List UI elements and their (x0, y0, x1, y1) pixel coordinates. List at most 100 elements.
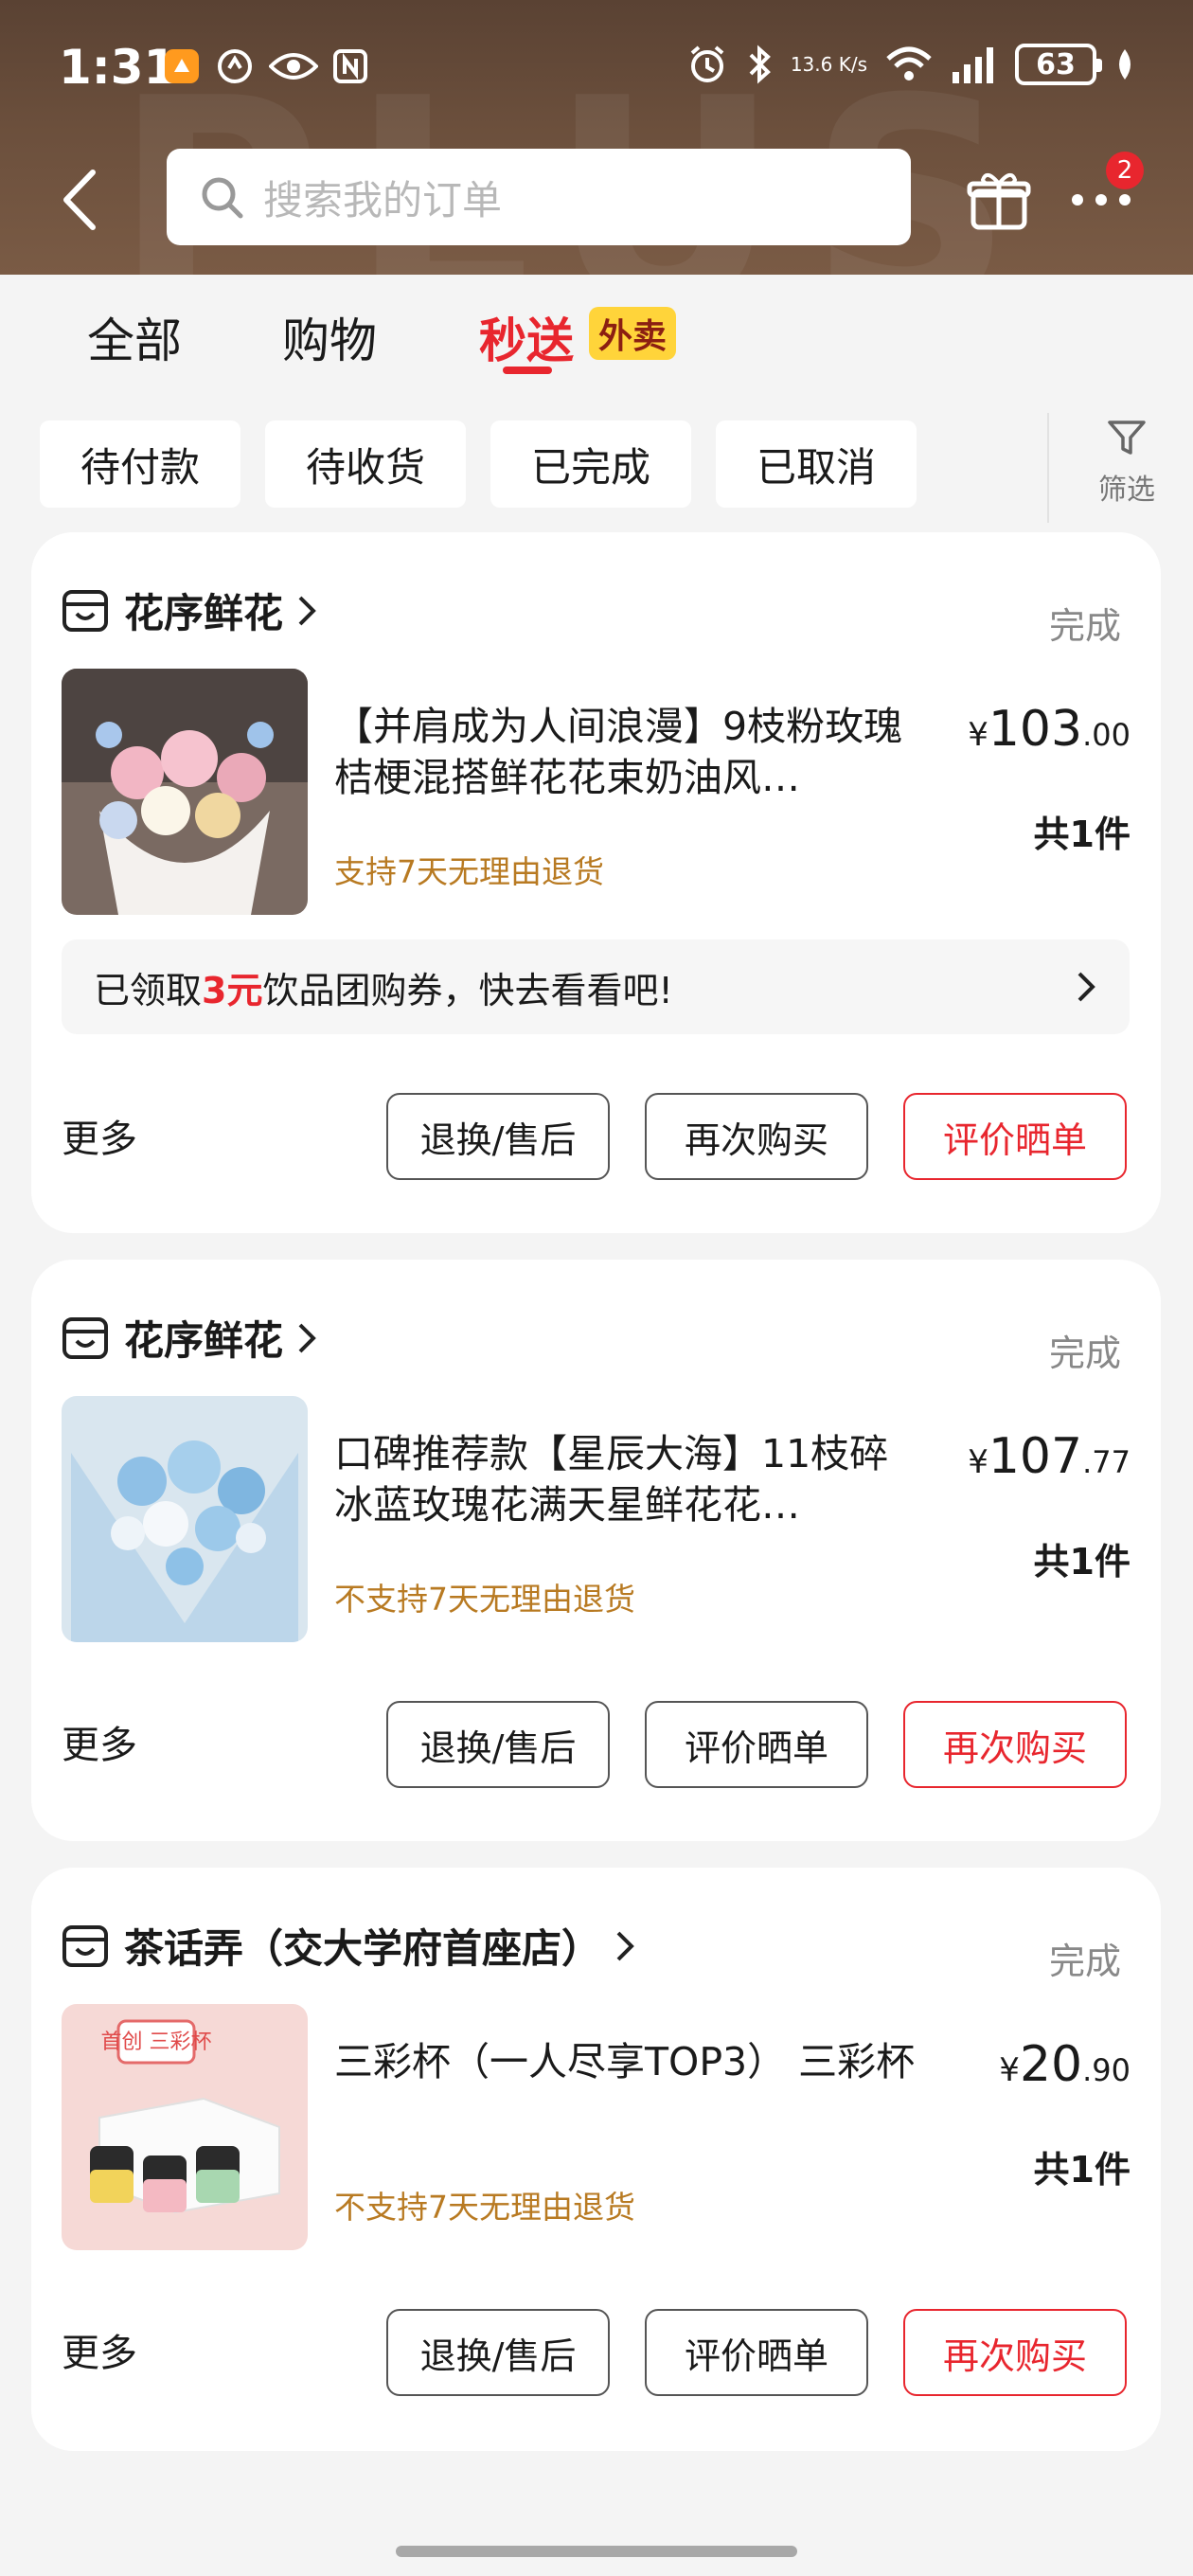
eye-icon (269, 53, 318, 80)
status-time: 1:31 (59, 40, 177, 95)
return-service-button[interactable]: 退换/售后 (386, 2309, 610, 2396)
order-status: 完成 (1048, 1333, 1121, 1374)
tab-instant-delivery[interactable]: 秒送 (479, 303, 574, 371)
notification-badge: 2 (1106, 152, 1144, 189)
search-placeholder: 搜索我的订单 (263, 176, 503, 224)
funnel-icon (1108, 420, 1146, 455)
more-link[interactable]: 更多 (62, 1714, 137, 1769)
coupon-amount: 3元 (202, 969, 263, 1011)
status-filter-bar: 待付款 待收货 已完成 已取消 筛选 (0, 413, 1193, 523)
price-decimal: .90 (1082, 2052, 1131, 2088)
store-icon (62, 589, 108, 632)
shop-name: 花序鲜花 (124, 1317, 284, 1364)
return-policy: 支持7天无理由退货 (334, 853, 604, 890)
home-indicator[interactable] (396, 2546, 797, 2557)
product-image[interactable]: 首创 三彩杯 (62, 2004, 308, 2250)
return-service-button[interactable]: 退换/售后 (386, 1701, 610, 1788)
wifi-icon (886, 46, 932, 80)
shop-link[interactable]: 茶话弄（交大学府首座店） (62, 1917, 635, 1975)
price-integer: 20 (1019, 2036, 1083, 2093)
review-button[interactable]: 评价晒单 (645, 1701, 868, 1788)
chevron-right-icon (1077, 972, 1095, 1002)
price-decimal: .00 (1082, 717, 1131, 753)
buy-again-button[interactable]: 再次购买 (645, 1093, 868, 1180)
chevron-right-icon (298, 1323, 316, 1352)
return-service-button[interactable]: 退换/售后 (386, 1093, 610, 1180)
store-icon (62, 1316, 108, 1359)
price-integer: 107 (988, 1428, 1083, 1485)
order-card: 茶话弄（交大学府首座店） 完成 首创 三彩杯 三彩杯（一人尽享TOP3） 三彩杯… (31, 1868, 1161, 2451)
back-arrow-icon[interactable] (57, 167, 104, 233)
blue-rose-bouquet-image (62, 1396, 308, 1642)
search-input[interactable]: 搜索我的订单 (167, 149, 911, 245)
status-bar: 1:31 13.6 K/s 63 (0, 0, 1193, 142)
gift-icon[interactable] (966, 167, 1032, 233)
signal-icon (953, 47, 993, 83)
order-price: ¥20.90 (999, 2036, 1131, 2093)
status-right-group: 13.6 K/s 63 (686, 44, 1136, 85)
buy-again-button[interactable]: 再次购买 (903, 1701, 1127, 1788)
leaf-icon (1119, 49, 1131, 80)
search-icon (202, 177, 243, 219)
filter-pending-receipt[interactable]: 待收货 (265, 420, 466, 508)
product-name[interactable]: 【并肩成为人间浪漫】9枝粉玫瑰桔梗混搭鲜花花束奶油风… (334, 701, 921, 803)
filter-pending-payment[interactable]: 待付款 (40, 420, 240, 508)
alarm-icon (690, 45, 724, 82)
item-quantity: 共1件 (1033, 1541, 1131, 1583)
return-policy: 不支持7天无理由退货 (334, 1581, 635, 1618)
order-card: 花序鲜花 完成 口碑推荐款【星辰大海】11枝碎冰蓝玫瑰花满天星鲜花花… 不支持7… (31, 1260, 1161, 1841)
product-image[interactable] (62, 669, 308, 915)
filter-label: 筛选 (1098, 474, 1155, 507)
currency-symbol: ¥ (968, 716, 988, 754)
currency-symbol: ¥ (968, 1443, 988, 1481)
shop-name: 花序鲜花 (124, 590, 284, 636)
filter-completed[interactable]: 已完成 (490, 420, 691, 508)
coupon-banner[interactable]: 已领取 3元 饮品团购券，快去看看吧! (62, 939, 1130, 1034)
chevron-right-icon (616, 1931, 634, 1960)
price-decimal: .77 (1082, 1444, 1131, 1480)
product-name[interactable]: 三彩杯（一人尽享TOP3） 三彩杯 (334, 2036, 921, 2087)
more-options-icon[interactable] (1068, 186, 1134, 214)
currency-symbol: ¥ (999, 2051, 1020, 2089)
product-name[interactable]: 口碑推荐款【星辰大海】11枝碎冰蓝玫瑰花满天星鲜花花… (334, 1428, 921, 1530)
review-button[interactable]: 评价晒单 (903, 1093, 1127, 1180)
order-type-tabs: 全部 购物 秒送 外卖 (0, 275, 1193, 388)
app-notification-icon (165, 49, 199, 83)
order-price: ¥107.77 (968, 1428, 1131, 1485)
bottom-area (0, 2453, 1193, 2576)
tab-shopping[interactable]: 购物 (282, 303, 377, 371)
order-status: 完成 (1048, 605, 1121, 647)
coupon-text-post: 饮品团购券，快去看看吧! (262, 969, 673, 1011)
shop-link[interactable]: 花序鲜花 (62, 581, 317, 639)
takeout-tag: 外卖 (589, 307, 677, 360)
chevron-right-icon (298, 596, 316, 625)
filter-cancelled[interactable]: 已取消 (716, 420, 917, 508)
shop-name: 茶话弄（交大学府首座店） (124, 1925, 602, 1972)
store-icon (62, 1924, 108, 1967)
nfc-icon (333, 49, 367, 83)
product-image[interactable] (62, 1396, 308, 1642)
filter-button[interactable]: 筛选 (1089, 417, 1165, 508)
return-policy: 不支持7天无理由退货 (334, 2189, 635, 2226)
more-link[interactable]: 更多 (62, 2322, 137, 2377)
review-button[interactable]: 评价晒单 (645, 2309, 868, 2396)
thumb-label: 首创 三彩杯 (101, 2030, 212, 2054)
bluetooth-icon (749, 45, 771, 84)
tab-all[interactable]: 全部 (87, 303, 182, 371)
battery-indicator: 63 (1015, 44, 1102, 85)
order-price: ¥103.00 (968, 701, 1131, 758)
app-notification-icon-2 (218, 49, 252, 83)
network-speed: 13.6 K/s (790, 53, 867, 76)
more-link[interactable]: 更多 (62, 1108, 137, 1163)
price-integer: 103 (988, 701, 1083, 758)
flower-bouquet-image (62, 669, 308, 915)
item-quantity: 共1件 (1033, 2149, 1131, 2191)
item-quantity: 共1件 (1033, 814, 1131, 855)
order-card: 花序鲜花 完成 【并肩成为人间浪漫】9枝粉玫瑰桔梗混搭鲜花花束奶油风… 支持7天… (31, 532, 1161, 1233)
header: PLUS 1:31 13.6 K/s 63 搜索我的订单 2 (0, 0, 1193, 275)
tea-cups-image: 首创 三彩杯 (62, 2004, 308, 2250)
shop-link[interactable]: 花序鲜花 (62, 1309, 317, 1367)
order-status: 完成 (1048, 1941, 1121, 1982)
coupon-text-pre: 已领取 (94, 969, 203, 1011)
buy-again-button[interactable]: 再次购买 (903, 2309, 1127, 2396)
